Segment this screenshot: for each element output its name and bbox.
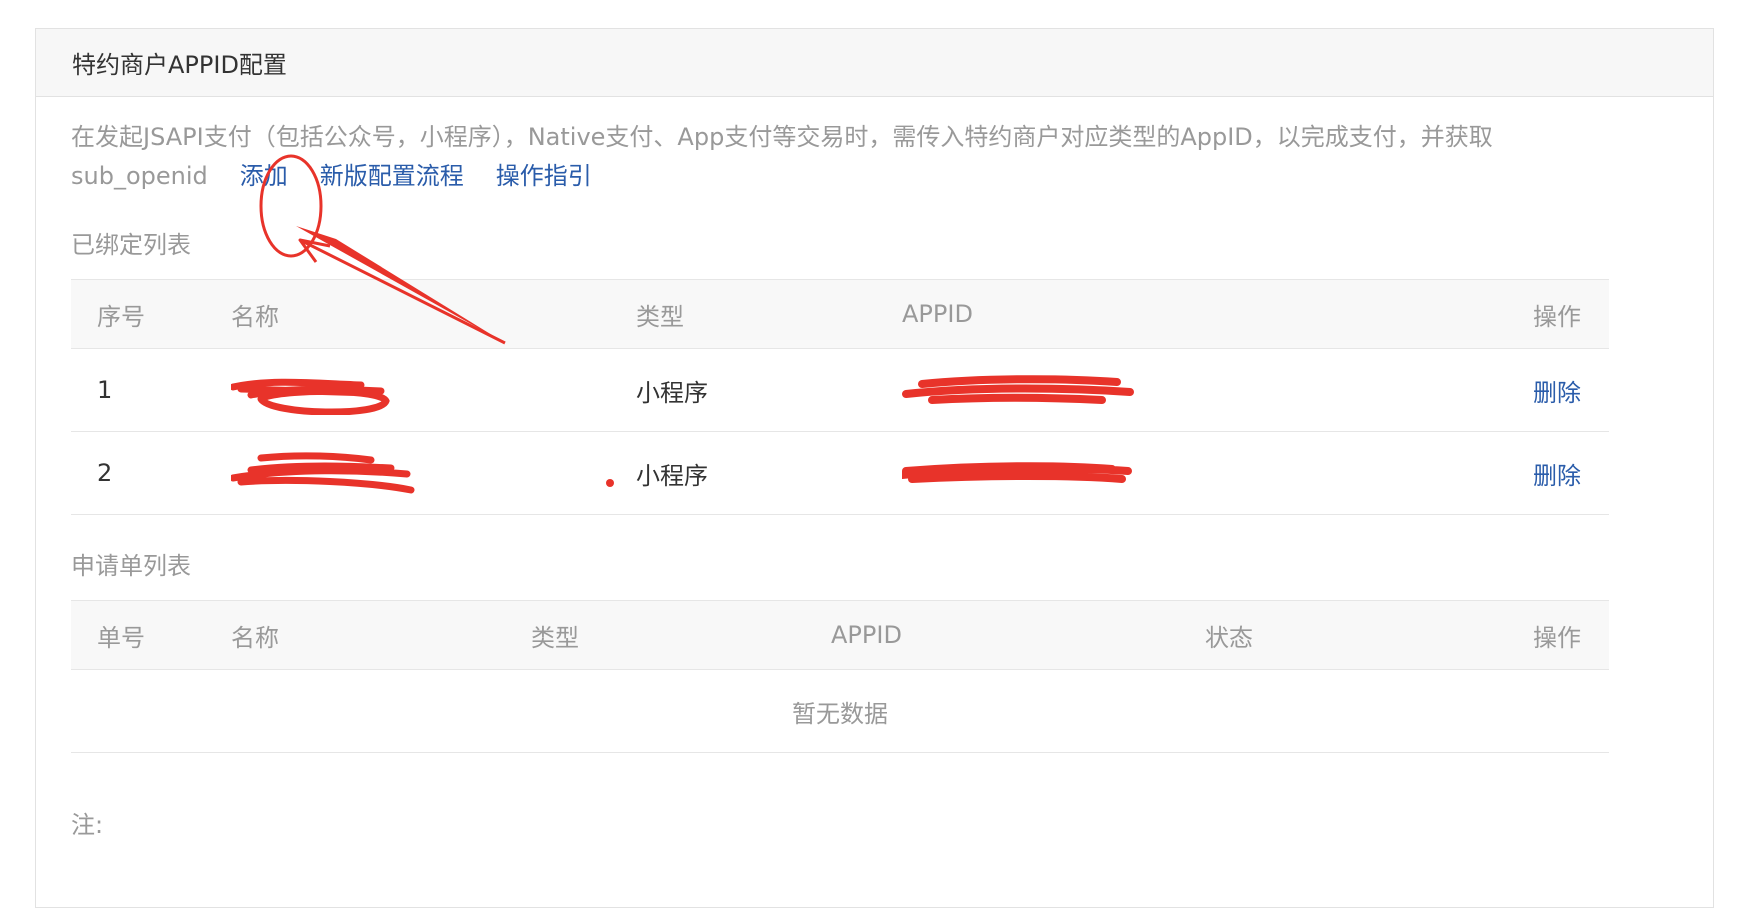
bound-list-table: 序号 名称 类型 APPID 操作 1 小程序 删除 2 小程序 删除 [71, 279, 1609, 515]
row-index: 2 [97, 459, 113, 487]
col-name: 名称 [231, 302, 279, 331]
redaction-scribble [231, 452, 415, 494]
delete-button[interactable]: 删除 [1533, 379, 1581, 407]
col-action: 操作 [1533, 623, 1581, 652]
col-action: 操作 [1533, 302, 1581, 331]
guide-link[interactable]: 操作指引 [496, 162, 592, 190]
col-name: 名称 [231, 623, 279, 652]
description: 在发起JSAPI支付（包括公众号，小程序），Native支付、App支付等交易时… [71, 118, 1609, 196]
row-action: 删除 [1452, 432, 1609, 515]
col-index: 序号 [97, 302, 145, 331]
bound-table-header: 序号 名称 类型 APPID 操作 [71, 279, 1609, 349]
empty-row: 暂无数据 [71, 670, 1609, 753]
application-table-header: 单号 名称 类型 APPID 状态 操作 [71, 600, 1609, 670]
row-action: 删除 [1452, 349, 1609, 432]
delete-button[interactable]: 删除 [1533, 462, 1581, 490]
col-status: 状态 [1205, 623, 1253, 652]
row-name-redacted [231, 349, 636, 432]
row-appid-redacted [902, 349, 1452, 432]
empty-text: 暂无数据 [792, 699, 888, 728]
bound-list-title: 已绑定列表 [71, 231, 191, 259]
row-appid-redacted [902, 432, 1452, 515]
col-appid: APPID [831, 621, 902, 649]
application-list-title: 申请单列表 [71, 552, 191, 580]
panel-content: 在发起JSAPI支付（包括公众号，小程序），Native支付、App支付等交易时… [71, 118, 1609, 840]
col-type: 类型 [636, 302, 684, 331]
panel-header: 特约商户APPID配置 [36, 29, 1713, 97]
col-appid: APPID [902, 300, 973, 328]
redaction-scribble [902, 462, 1132, 483]
new-flow-link[interactable]: 新版配置流程 [320, 162, 464, 190]
application-list-table: 单号 名称 类型 APPID 状态 操作 暂无数据 [71, 600, 1609, 753]
table-row: 2 小程序 删除 [71, 432, 1609, 515]
add-link[interactable]: 添加 [240, 162, 288, 190]
row-type: 小程序 [636, 378, 708, 407]
row-index: 1 [97, 376, 113, 404]
table-row: 1 小程序 删除 [71, 349, 1609, 432]
row-name-redacted [231, 432, 636, 515]
col-type: 类型 [531, 623, 579, 652]
col-number: 单号 [97, 623, 145, 652]
panel-title: 特约商户APPID配置 [72, 51, 287, 79]
redaction-scribble [902, 375, 1134, 404]
note-label: 注: [71, 811, 104, 839]
redaction-scribble [231, 378, 390, 415]
row-type: 小程序 [636, 461, 708, 490]
